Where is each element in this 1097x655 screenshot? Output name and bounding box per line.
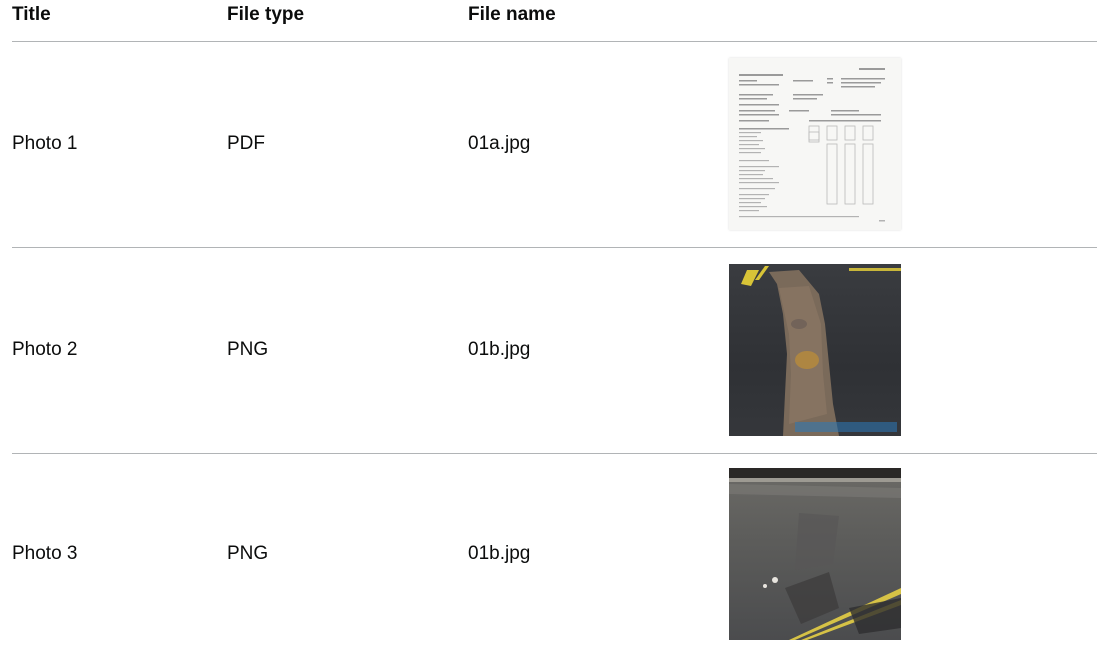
road-yellow-lines-thumbnail[interactable] — [729, 468, 901, 640]
column-header-file-name: File name — [468, 0, 729, 42]
cell-title: Photo 3 — [12, 543, 78, 564]
column-header-title: Title — [12, 0, 227, 42]
cell-thumbnail — [729, 247, 1097, 454]
road-patch-thumbnail[interactable] — [729, 264, 901, 436]
attachments-table-container: Title File type File name Photo 1 PDF 01… — [12, 0, 1097, 655]
table-row: Photo 3 PNG 01b.jpg — [12, 453, 1097, 655]
attachments-table: Title File type File name Photo 1 PDF 01… — [12, 0, 1097, 655]
cell-file-type: PNG — [227, 247, 468, 454]
form-document-thumbnail[interactable] — [729, 58, 901, 230]
table-row: Photo 2 PNG 01b.jpg — [12, 247, 1097, 454]
cell-file-name: 01b.jpg — [468, 543, 531, 564]
cell-file-type: PNG — [227, 543, 269, 564]
cell-file-name: 01b.jpg — [468, 247, 729, 454]
cell-title: Photo 2 — [12, 247, 227, 454]
column-header-thumbnail — [729, 0, 1097, 42]
table-row: Photo 1 PDF 01a.jpg — [12, 41, 1097, 248]
cell-thumbnail — [729, 453, 1097, 655]
cell-thumbnail — [729, 41, 1097, 248]
cell-file-type: PDF — [227, 41, 468, 248]
cell-title: Photo 1 — [12, 41, 227, 248]
column-header-file-type: File type — [227, 0, 468, 42]
table-header-row: Title File type File name — [12, 0, 1097, 42]
cell-file-name: 01a.jpg — [468, 41, 729, 248]
